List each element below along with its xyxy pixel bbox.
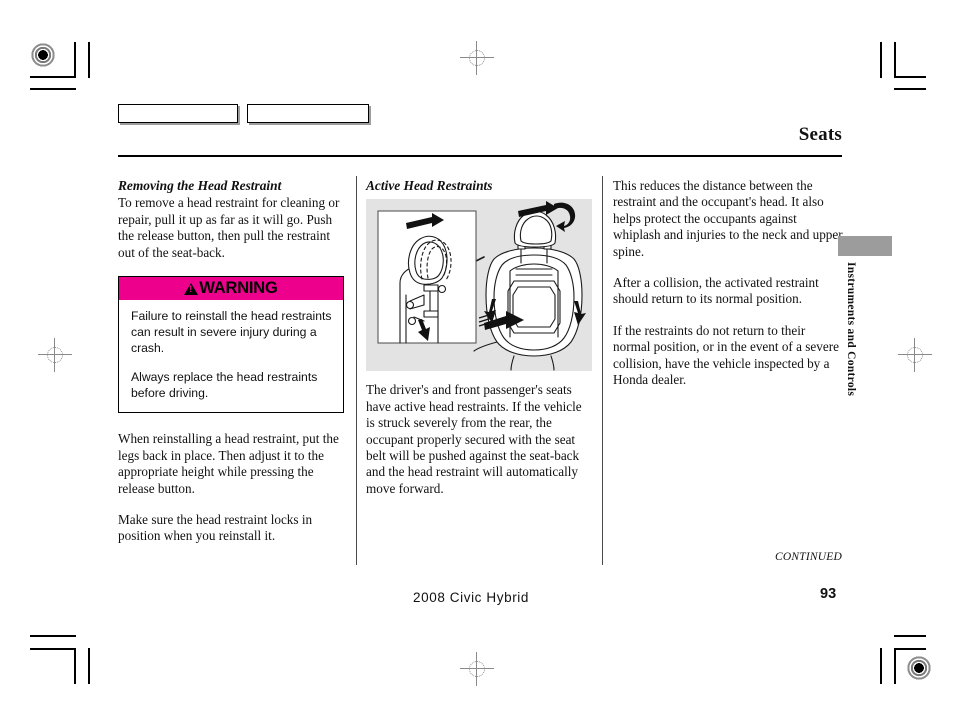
paragraph-active-restraint-description: The driver's and front passenger's seats… <box>366 382 582 496</box>
crop-mark-top-left-vertical-inner <box>74 42 76 78</box>
crop-mark-bottom-right-vertical-inner <box>894 648 896 684</box>
crop-mark-bottom-right-horizontal-inner <box>894 648 926 650</box>
crop-mark-bottom-right-vertical-outer <box>880 648 882 684</box>
registration-crosshair-bottom-center <box>460 652 494 686</box>
header-box-right[interactable] <box>247 104 369 123</box>
crop-mark-top-left-horizontal-inner <box>30 76 76 78</box>
column-divider-2 <box>602 176 603 565</box>
crop-mark-top-left-horizontal-outer <box>30 88 76 90</box>
crop-mark-top-right-horizontal-outer <box>894 88 926 90</box>
crop-mark-bottom-left-horizontal-inner <box>30 648 76 650</box>
warning-triangle-icon <box>184 283 199 296</box>
continued-label: CONTINUED <box>775 551 842 563</box>
registration-target-top-left <box>30 42 56 68</box>
footer-model-label: 2008 Civic Hybrid <box>413 590 529 605</box>
warning-line-2: Always replace the head restraints befor… <box>131 370 318 400</box>
warning-header: WARNING <box>119 277 343 301</box>
crop-mark-bottom-left-horizontal-outer <box>30 635 76 637</box>
paragraph-after-collision: After a collision, the activated restrai… <box>613 275 819 307</box>
column-two: Active Head Restraints The driver's and … <box>366 178 592 512</box>
registration-crosshair-top-center <box>460 41 494 75</box>
warning-body: Failure to reinstall the head restraints… <box>119 300 343 412</box>
crop-mark-bottom-right-horizontal-outer <box>894 635 926 637</box>
paragraph-remove-instructions: To remove a head restraint for cleaning … <box>118 195 340 260</box>
paragraph-dealer-inspection: If the restraints do not return to their… <box>613 322 839 388</box>
registration-target-bottom-right <box>906 655 932 681</box>
crop-mark-bottom-left-vertical-outer <box>88 648 90 684</box>
paragraph-lock-check: Make sure the head restraint locks in po… <box>118 512 313 544</box>
subsection-heading-active-head-restraints: Active Head Restraints <box>366 178 493 193</box>
crop-mark-top-left-vertical-outer <box>88 42 90 78</box>
figure-active-head-restraint-illustration <box>366 199 592 372</box>
side-tab-label: Instruments and Controls <box>845 262 857 397</box>
column-one: Removing the Head Restraint To remove a … <box>118 178 346 560</box>
page-number: 93 <box>820 586 837 602</box>
warning-box: WARNING Failure to reinstall the head re… <box>118 276 344 414</box>
column-divider-1 <box>356 176 357 565</box>
side-tab-marker <box>838 236 892 256</box>
crop-mark-top-right-vertical-outer <box>880 42 882 78</box>
paragraph-reinstall-instructions: When reinstalling a head restraint, put … <box>118 431 339 496</box>
column-three: This reduces the distance between the re… <box>613 178 843 403</box>
registration-crosshair-right-center <box>898 338 932 372</box>
warning-title: WARNING <box>199 279 278 298</box>
page-title: Seats <box>798 124 842 145</box>
crop-mark-top-right-vertical-inner <box>894 42 896 78</box>
crop-mark-top-right-horizontal-inner <box>894 76 926 78</box>
registration-crosshair-left-center <box>38 338 72 372</box>
header-box-left[interactable] <box>118 104 238 123</box>
warning-line-1: Failure to reinstall the head restraints… <box>131 309 332 355</box>
crop-mark-bottom-left-vertical-inner <box>74 648 76 684</box>
subsection-heading-removing-head-restraint: Removing the Head Restraint <box>118 178 282 193</box>
paragraph-reduces-distance: This reduces the distance between the re… <box>613 178 843 259</box>
header-rule <box>118 155 842 157</box>
